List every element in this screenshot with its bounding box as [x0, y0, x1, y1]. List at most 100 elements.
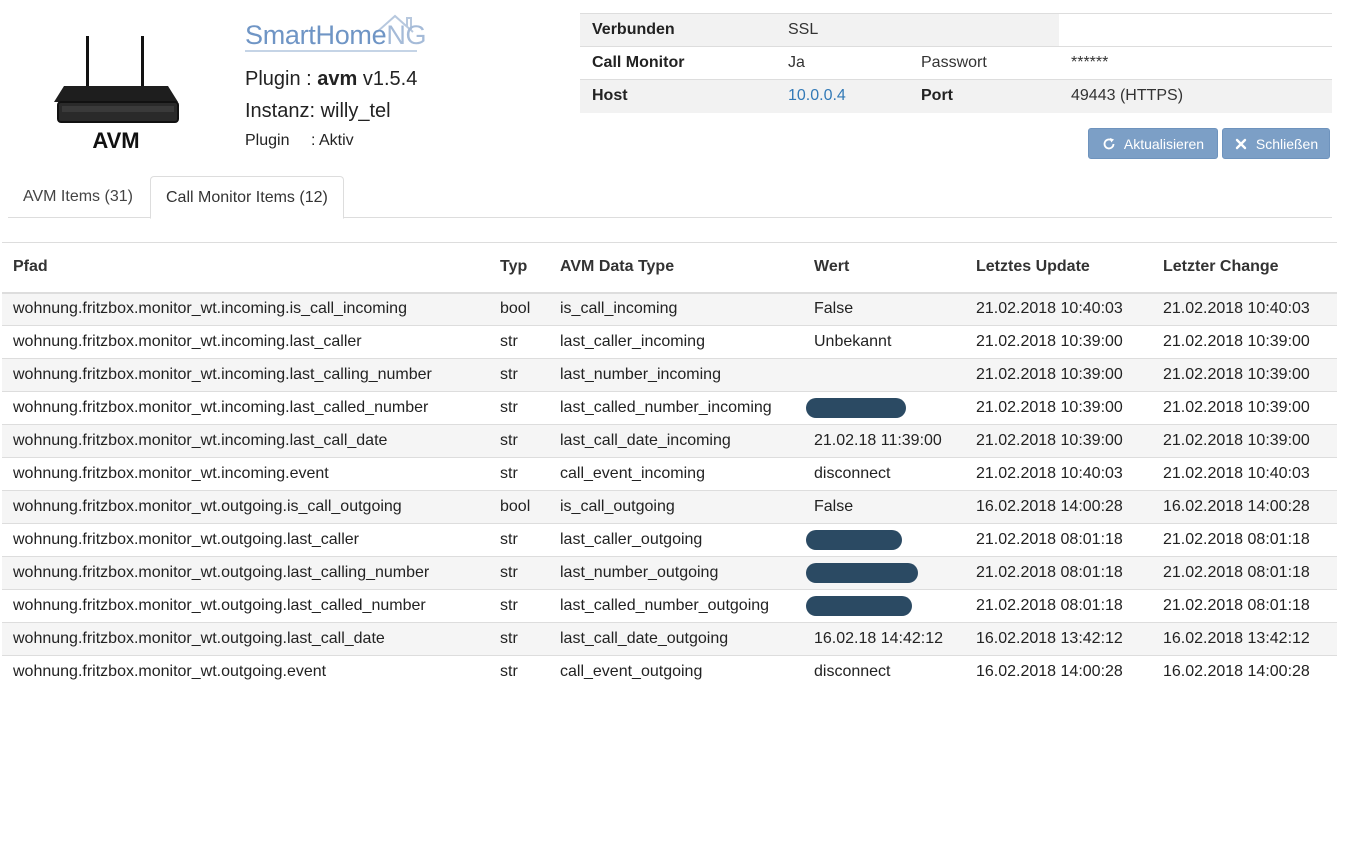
cell-letztes-update: 21.02.2018 10:39:00 [965, 358, 1152, 392]
cell-letzter-change: 21.02.2018 08:01:18 [1152, 556, 1337, 590]
table-row: wohnung.fritzbox.monitor_wt.outgoing.las… [2, 589, 1337, 623]
table-row: wohnung.fritzbox.monitor_wt.incoming.las… [2, 424, 1337, 458]
cell-path: wohnung.fritzbox.monitor_wt.incoming.las… [2, 325, 489, 359]
table-row: wohnung.fritzbox.monitor_wt.incoming.is_… [2, 292, 1337, 326]
cell-wert [803, 391, 965, 425]
cell-path: wohnung.fritzbox.monitor_wt.incoming.eve… [2, 457, 489, 491]
close-button-label: Schließen [1255, 135, 1319, 152]
cell-letzter-change: 21.02.2018 10:40:03 [1152, 292, 1337, 326]
cell-letzter-change: 21.02.2018 10:39:00 [1152, 325, 1337, 359]
cell-path: wohnung.fritzbox.monitor_wt.outgoing.las… [2, 589, 489, 623]
connected-label: Verbunden [580, 13, 776, 47]
cell-letzter-change: 21.02.2018 10:40:03 [1152, 457, 1337, 491]
cell-typ: str [489, 358, 549, 392]
cell-typ: str [489, 655, 549, 689]
plugin-status: Plugin: Aktiv [245, 132, 354, 150]
cell-wert: disconnect [803, 655, 965, 689]
cell-wert: False [803, 292, 965, 326]
plugin-instance: Instanz: willy_tel [245, 100, 391, 122]
cell-avm-data-type: is_call_outgoing [549, 490, 803, 524]
header-letzter-change[interactable]: Letzter Change [1152, 242, 1337, 294]
plugin-version: v1.5.4 [357, 68, 418, 90]
cell-letztes-update: 16.02.2018 14:00:28 [965, 490, 1152, 524]
close-button[interactable]: Schließen [1222, 128, 1330, 159]
table-row: wohnung.fritzbox.monitor_wt.outgoing.las… [2, 556, 1337, 590]
redacted-value-mark [806, 596, 912, 616]
cell-letztes-update: 21.02.2018 08:01:18 [965, 523, 1152, 557]
cell-letzter-change: 16.02.2018 14:00:28 [1152, 490, 1337, 524]
item-tabs: AVM Items (31) Call Monitor Items (12) [8, 176, 1332, 219]
cell-path: wohnung.fritzbox.monitor_wt.incoming.las… [2, 424, 489, 458]
cell-path: wohnung.fritzbox.monitor_wt.outgoing.las… [2, 622, 489, 656]
callmonitor-value: Ja [776, 46, 909, 80]
header-letztes-update[interactable]: Letztes Update [965, 242, 1152, 294]
cell-avm-data-type: last_number_outgoing [549, 556, 803, 590]
cell-typ: str [489, 424, 549, 458]
refresh-button[interactable]: Aktualisieren [1088, 128, 1218, 159]
tab-call-monitor-items[interactable]: Call Monitor Items (12) [150, 176, 344, 219]
cell-path: wohnung.fritzbox.monitor_wt.incoming.las… [2, 391, 489, 425]
redacted-value-mark [806, 530, 902, 550]
info-empty-cell [909, 13, 1059, 47]
cell-avm-data-type: call_event_outgoing [549, 655, 803, 689]
cell-path: wohnung.fritzbox.monitor_wt.outgoing.las… [2, 556, 489, 590]
header-wert[interactable]: Wert [803, 242, 965, 294]
host-link[interactable]: 10.0.0.4 [788, 87, 846, 104]
table-row: wohnung.fritzbox.monitor_wt.incoming.las… [2, 358, 1337, 392]
cell-letztes-update: 21.02.2018 10:40:03 [965, 292, 1152, 326]
cell-letzter-change: 21.02.2018 10:39:00 [1152, 358, 1337, 392]
avm-router-logo: AVM [50, 30, 190, 158]
brand-underline [245, 50, 417, 52]
cell-typ: str [489, 556, 549, 590]
cell-wert: Unbekannt [803, 325, 965, 359]
cell-path: wohnung.fritzbox.monitor_wt.incoming.is_… [2, 292, 489, 326]
cell-typ: bool [489, 292, 549, 326]
cell-letzter-change: 21.02.2018 10:39:00 [1152, 391, 1337, 425]
cell-typ: str [489, 523, 549, 557]
cell-wert: disconnect [803, 457, 965, 491]
cell-letztes-update: 16.02.2018 13:42:12 [965, 622, 1152, 656]
brand-name-ng: NG [386, 20, 427, 50]
cell-letztes-update: 21.02.2018 08:01:18 [965, 556, 1152, 590]
cell-typ: str [489, 589, 549, 623]
port-value: 49443 (HTTPS) [1059, 79, 1332, 113]
header-pfad[interactable]: Pfad [2, 242, 489, 294]
table-row: wohnung.fritzbox.monitor_wt.outgoing.eve… [2, 655, 1337, 689]
callmonitor-label: Call Monitor [580, 46, 776, 80]
cell-avm-data-type: last_call_date_incoming [549, 424, 803, 458]
info-row-host: Host 10.0.0.4 Port 49443 (HTTPS) [580, 79, 1332, 113]
cell-letzter-change: 21.02.2018 10:39:00 [1152, 424, 1337, 458]
cell-wert: 21.02.18 11:39:00 [803, 424, 965, 458]
table-row: wohnung.fritzbox.monitor_wt.outgoing.is_… [2, 490, 1337, 524]
call-monitor-items-table: Pfad Typ AVM Data Type Wert Letztes Upda… [2, 242, 1337, 689]
plugin-status-key: Plugin [245, 132, 290, 149]
plugin-name: avm [317, 68, 358, 90]
tab-avm-items[interactable]: AVM Items (31) [8, 176, 148, 218]
cell-letztes-update: 21.02.2018 10:39:00 [965, 391, 1152, 425]
header-avm-data-type[interactable]: AVM Data Type [549, 242, 803, 294]
table-body: wohnung.fritzbox.monitor_wt.incoming.is_… [2, 292, 1337, 689]
cell-avm-data-type: last_called_number_incoming [549, 391, 803, 425]
router-icon [54, 36, 179, 123]
brand-name-main: SmartHome [245, 20, 387, 50]
cell-typ: bool [489, 490, 549, 524]
cell-wert: 16.02.18 14:42:12 [803, 622, 965, 656]
cell-typ: str [489, 622, 549, 656]
header-typ[interactable]: Typ [489, 242, 549, 294]
cell-letztes-update: 16.02.2018 14:00:28 [965, 655, 1152, 689]
cell-typ: str [489, 325, 549, 359]
cell-letztes-update: 21.02.2018 10:39:00 [965, 424, 1152, 458]
cell-avm-data-type: call_event_incoming [549, 457, 803, 491]
cell-wert [803, 358, 965, 392]
info-row-verbunden: Verbunden SSL [580, 13, 1332, 47]
cell-typ: str [489, 391, 549, 425]
port-label: Port [909, 79, 1059, 113]
plugin-title-prefix: Plugin : [245, 68, 318, 90]
brand-name: SmartHomeNG [245, 20, 427, 51]
table-row: wohnung.fritzbox.monitor_wt.incoming.eve… [2, 457, 1337, 491]
table-row: wohnung.fritzbox.monitor_wt.incoming.las… [2, 325, 1337, 359]
cell-avm-data-type: is_call_incoming [549, 292, 803, 326]
table-row: wohnung.fritzbox.monitor_wt.outgoing.las… [2, 622, 1337, 656]
smarthomeng-logo: SmartHomeNG [245, 12, 427, 52]
cell-letztes-update: 21.02.2018 08:01:18 [965, 589, 1152, 623]
